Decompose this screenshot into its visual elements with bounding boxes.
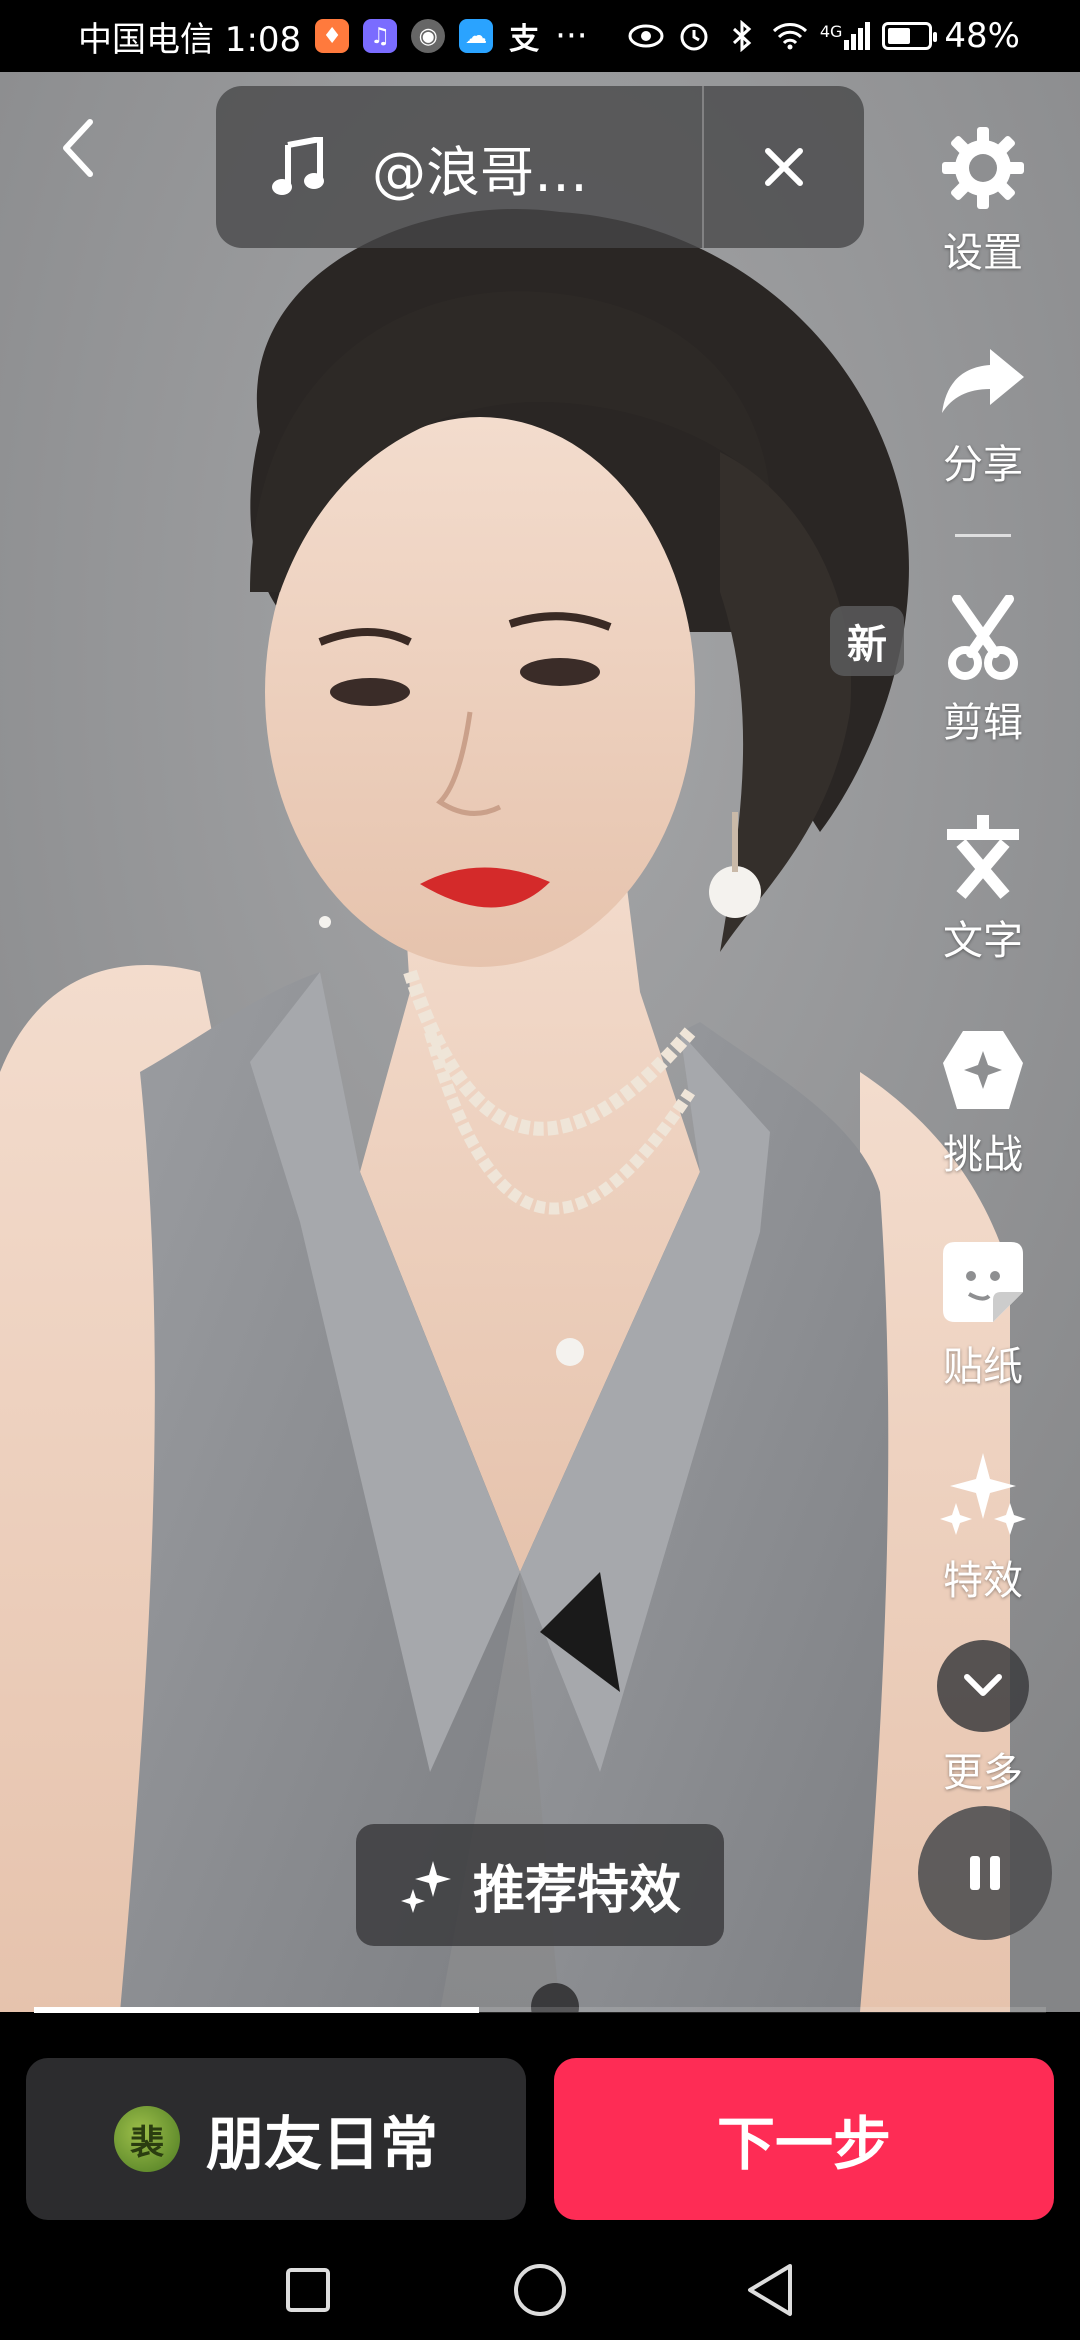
alipay-icon: 支	[509, 22, 540, 57]
challenge-label: 挑战	[943, 1132, 1023, 1178]
network-type: 4G	[819, 22, 843, 41]
signal-icon: 4G	[820, 22, 871, 50]
eye-icon	[628, 18, 664, 54]
recommend-effects-button[interactable]: 推荐特效	[356, 1824, 724, 1946]
share-label: 分享	[943, 442, 1023, 488]
bluetooth-icon	[724, 18, 760, 54]
share-arrow-icon	[933, 330, 1033, 430]
effects-button[interactable]: 特效	[920, 1446, 1046, 1606]
circle-icon	[514, 2264, 566, 2316]
edit-button[interactable]: 剪辑	[920, 588, 1046, 748]
recommend-effects-label: 推荐特效	[472, 1860, 681, 1921]
chevron-left-icon	[63, 119, 93, 177]
challenge-icon	[933, 1020, 1033, 1120]
effects-label: 特效	[943, 1558, 1023, 1604]
challenge-button[interactable]: 挑战	[920, 1020, 1046, 1180]
friends-daily-button[interactable]: 裴 朋友日常	[26, 2058, 526, 2220]
next-step-button[interactable]: 下一步	[554, 2058, 1054, 2220]
text-button[interactable]: 文字	[920, 806, 1046, 966]
music-title[interactable]: @浪哥…	[372, 128, 702, 207]
square-icon	[286, 2268, 330, 2312]
battery-icon	[882, 22, 938, 50]
playback-progress-fill	[34, 2007, 480, 2013]
settings-button[interactable]: 设置	[920, 118, 1046, 278]
edit-label: 剪辑	[943, 700, 1023, 746]
avatar: 裴	[114, 2106, 180, 2172]
text-label: 文字	[943, 918, 1023, 964]
audio-app-icon: ◉	[411, 19, 446, 53]
video-preview[interactable]	[0, 72, 1080, 2012]
friends-daily-label: 朋友日常	[206, 2110, 439, 2178]
preview-photo	[0, 72, 1080, 2012]
back-button[interactable]	[42, 112, 114, 184]
home-button[interactable]	[508, 2258, 572, 2322]
toolbar-divider	[955, 534, 1011, 537]
music-app-icon: ♫	[363, 19, 398, 53]
sticker-button[interactable]: 贴纸	[920, 1232, 1046, 1392]
sparkles-icon	[933, 1446, 1033, 1546]
pause-icon	[970, 1856, 1000, 1890]
more-circle	[937, 1640, 1029, 1732]
chevron-down-icon	[964, 1674, 1002, 1696]
triangle-back-icon	[748, 2264, 792, 2316]
scissors-icon	[933, 588, 1033, 688]
sparkles-icon	[400, 1861, 451, 1913]
text-icon	[933, 806, 1033, 906]
playback-progress[interactable]	[34, 2007, 1046, 2013]
pause-button[interactable]	[918, 1806, 1052, 1940]
weather-app-icon: ☁	[459, 19, 494, 53]
overflow-indicator: ···	[555, 16, 588, 56]
sticker-label: 贴纸	[943, 1344, 1023, 1390]
close-icon	[765, 148, 803, 186]
sticker-icon	[933, 1232, 1033, 1332]
music-note-icon	[272, 137, 372, 197]
screen: 中国电信 1:08 ♦ ♫ ◉ ☁ 支 ··· 4G 48% @浪哥… 设置 分…	[0, 0, 1080, 2340]
share-button[interactable]: 分享	[920, 330, 1046, 490]
more-button[interactable]: 更多	[920, 1640, 1046, 1798]
recents-button[interactable]	[276, 2258, 340, 2322]
settings-label: 设置	[943, 230, 1023, 276]
gear-icon	[933, 118, 1033, 218]
more-label: 更多	[943, 1750, 1023, 1796]
app-notification-icon: ♦	[315, 19, 350, 53]
remove-music-button[interactable]	[704, 86, 864, 248]
back-nav-button[interactable]	[738, 2258, 802, 2322]
alarm-icon	[676, 18, 712, 54]
new-badge: 新	[830, 606, 904, 676]
system-nav-bar	[0, 2240, 1080, 2340]
carrier-time: 中国电信 1:08	[78, 19, 302, 60]
status-bar: 中国电信 1:08 ♦ ♫ ◉ ☁ 支 ··· 4G 48%	[0, 0, 1080, 72]
wifi-icon	[772, 18, 808, 54]
music-selector[interactable]: @浪哥…	[216, 86, 864, 248]
battery-percent: 48%	[944, 16, 1020, 56]
